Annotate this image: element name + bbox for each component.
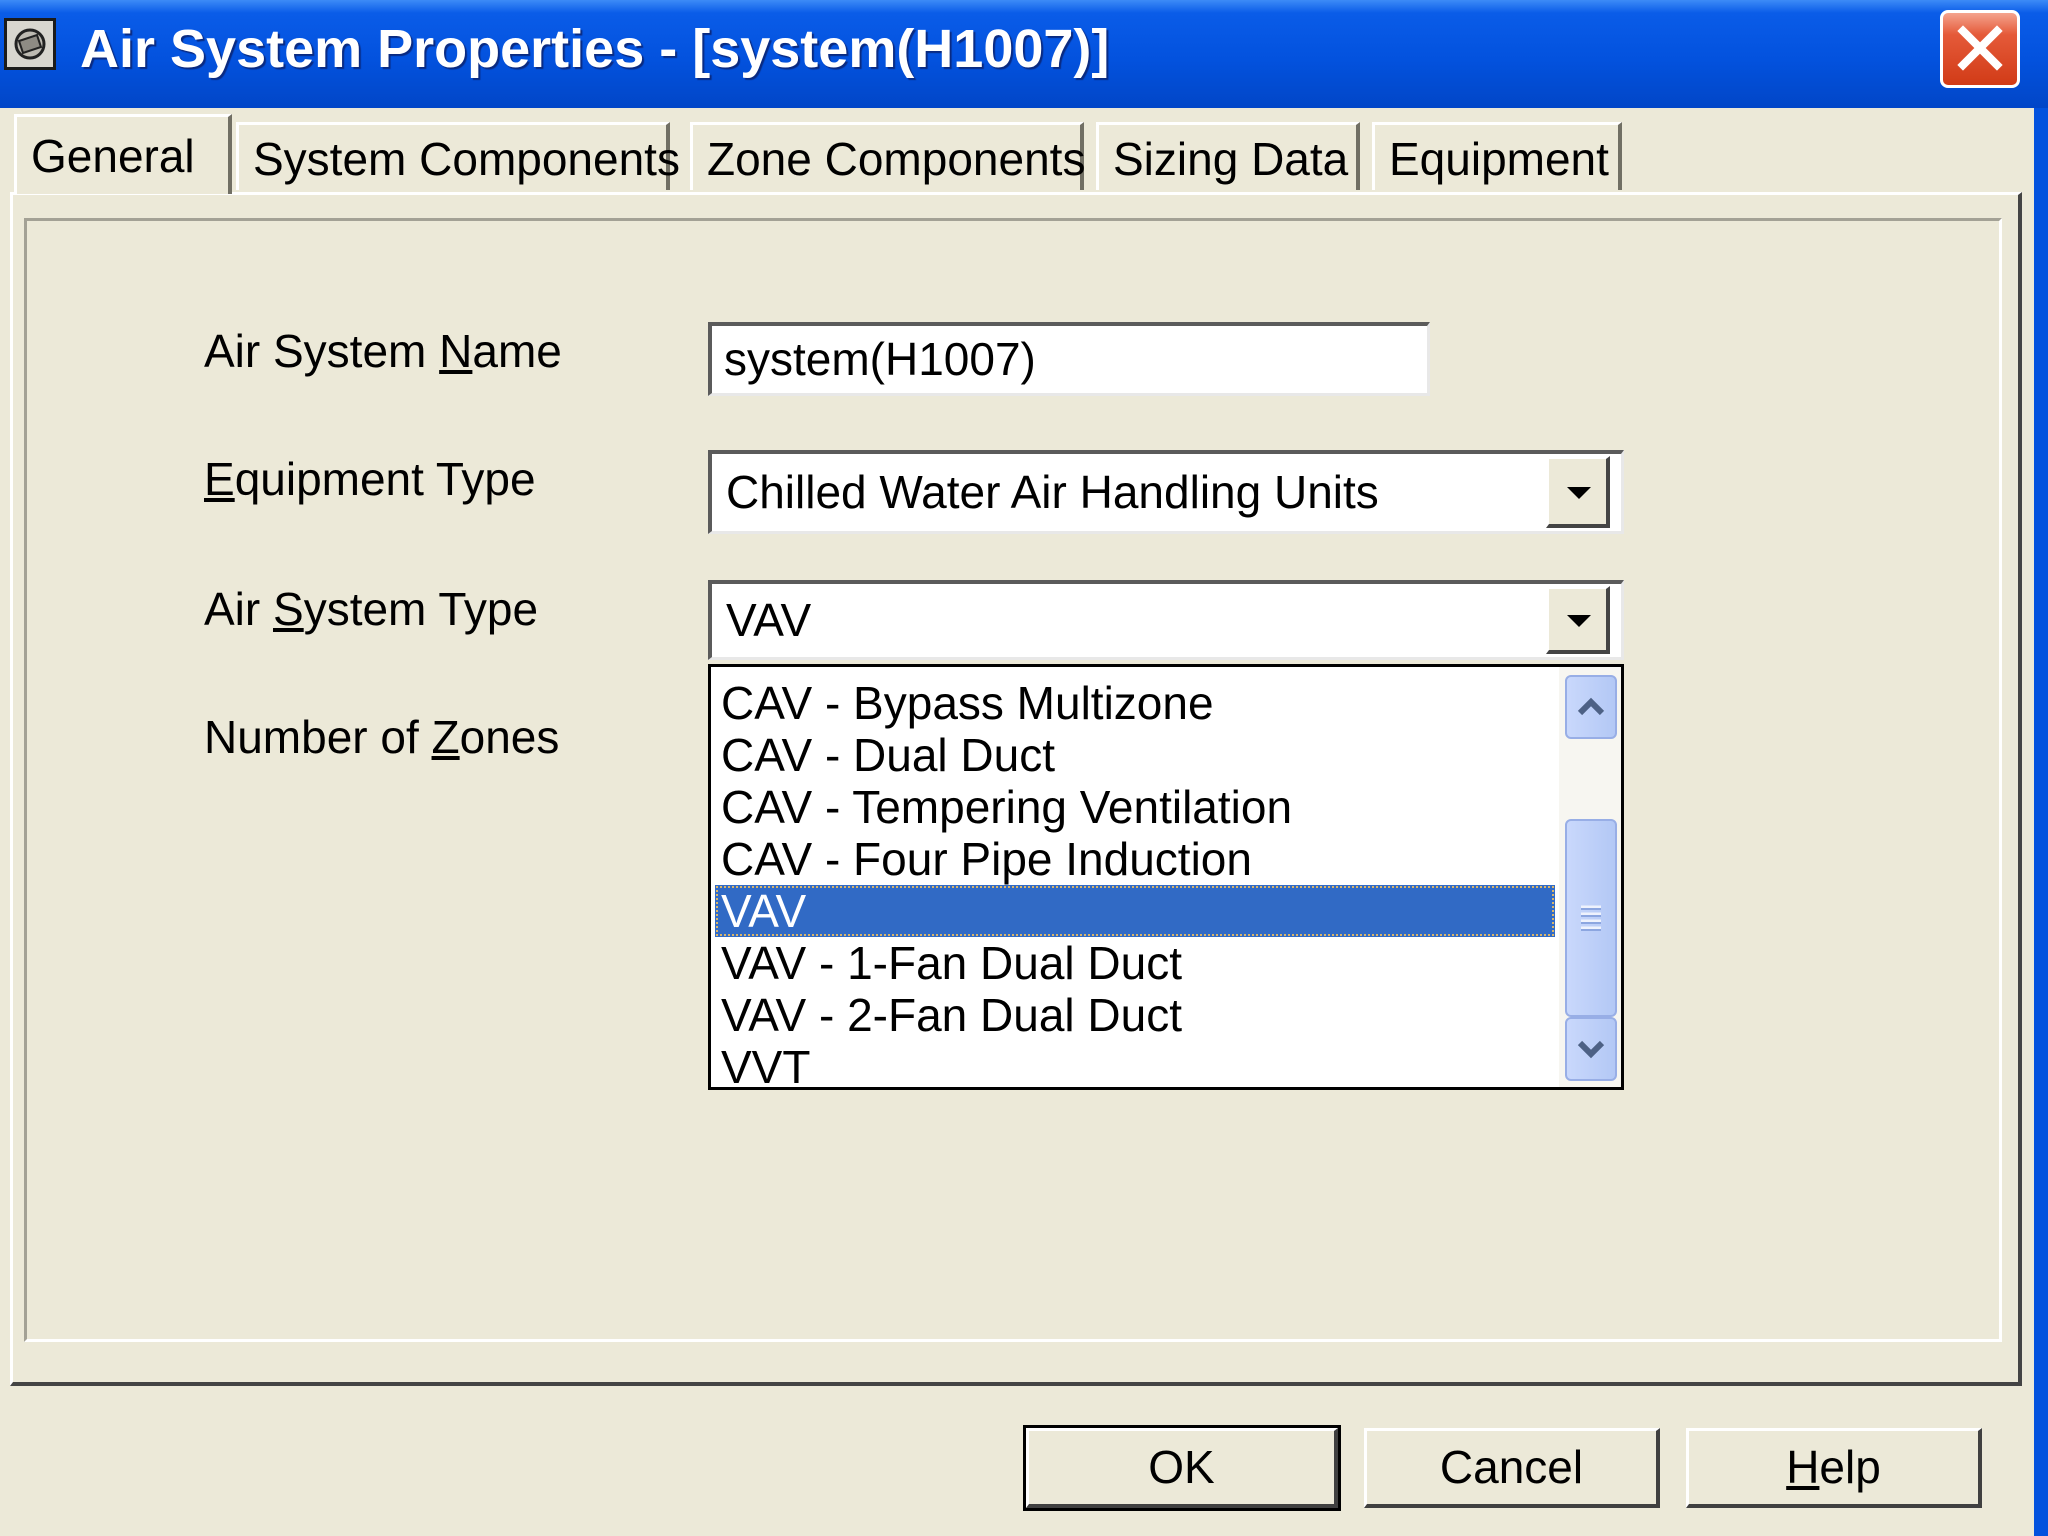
air-system-name-value: system(H1007) bbox=[724, 333, 1036, 385]
close-icon bbox=[1957, 25, 2003, 71]
number-of-zones-label: Number of Zones bbox=[204, 711, 560, 763]
scroll-up-button[interactable] bbox=[1565, 675, 1617, 739]
list-item[interactable]: CAV - Four Pipe Induction bbox=[715, 833, 1555, 885]
help-button-accel: H bbox=[1786, 1441, 1820, 1493]
air-system-type-listbox[interactable]: CAV - Bypass Multizone CAV - Dual Duct C… bbox=[708, 664, 1624, 1090]
equipment-type-combo[interactable]: Chilled Water Air Handling Units bbox=[708, 450, 1624, 534]
cancel-button[interactable]: Cancel bbox=[1364, 1428, 1660, 1508]
app-icon bbox=[4, 18, 56, 70]
list-item[interactable]: CAV - Dual Duct bbox=[715, 729, 1555, 781]
tab-system-components[interactable]: System Components bbox=[236, 122, 680, 190]
chevron-up-icon bbox=[1577, 697, 1605, 716]
listbox-scrollbar[interactable] bbox=[1559, 667, 1621, 1087]
window-title: Air System Properties - [system(H1007)] bbox=[80, 19, 1110, 79]
air-system-type-dropdown-button[interactable] bbox=[1546, 586, 1610, 654]
scrollbar-thumb[interactable] bbox=[1565, 819, 1617, 1017]
tab-equipment[interactable]: Equipment bbox=[1372, 122, 1622, 190]
equipment-type-value: Chilled Water Air Handling Units bbox=[726, 466, 1379, 518]
list-item[interactable]: VVT bbox=[715, 1041, 1555, 1087]
ok-button[interactable]: OK bbox=[1023, 1425, 1341, 1511]
help-button-label: elp bbox=[1819, 1441, 1881, 1493]
grip-icon bbox=[1581, 905, 1601, 931]
air-system-type-label: Air System Type bbox=[204, 583, 539, 635]
scroll-down-button[interactable] bbox=[1565, 1017, 1617, 1081]
list-item[interactable]: VAV - 1-Fan Dual Duct bbox=[715, 937, 1555, 989]
window-frame-right bbox=[2034, 108, 2048, 1536]
air-system-name-field[interactable]: system(H1007) bbox=[708, 322, 1430, 396]
list-item[interactable]: VAV - 2-Fan Dual Duct bbox=[715, 989, 1555, 1041]
tab-sizing-data[interactable]: Sizing Data bbox=[1096, 122, 1360, 190]
help-button[interactable]: Help bbox=[1686, 1428, 1982, 1508]
chevron-down-icon bbox=[1567, 487, 1591, 499]
chevron-down-icon bbox=[1567, 615, 1591, 627]
list-item[interactable]: CAV - Tempering Ventilation bbox=[715, 781, 1555, 833]
tab-general[interactable]: General bbox=[14, 114, 232, 194]
air-system-type-combo[interactable]: VAV bbox=[708, 580, 1624, 660]
equipment-type-label: Equipment Type bbox=[204, 453, 536, 505]
list-item[interactable]: CAV - Bypass Multizone bbox=[715, 677, 1555, 729]
tab-zone-components[interactable]: Zone Components bbox=[690, 122, 1085, 190]
equipment-type-dropdown-button[interactable] bbox=[1546, 456, 1610, 528]
air-system-name-label: Air System Name bbox=[204, 325, 562, 377]
chevron-down-icon bbox=[1577, 1040, 1605, 1059]
air-system-type-value: VAV bbox=[726, 594, 812, 646]
list-item-selected[interactable]: VAV bbox=[715, 885, 1555, 937]
title-bar[interactable]: Air System Properties - [system(H1007)] bbox=[0, 0, 2048, 108]
close-button[interactable] bbox=[1940, 10, 2020, 88]
